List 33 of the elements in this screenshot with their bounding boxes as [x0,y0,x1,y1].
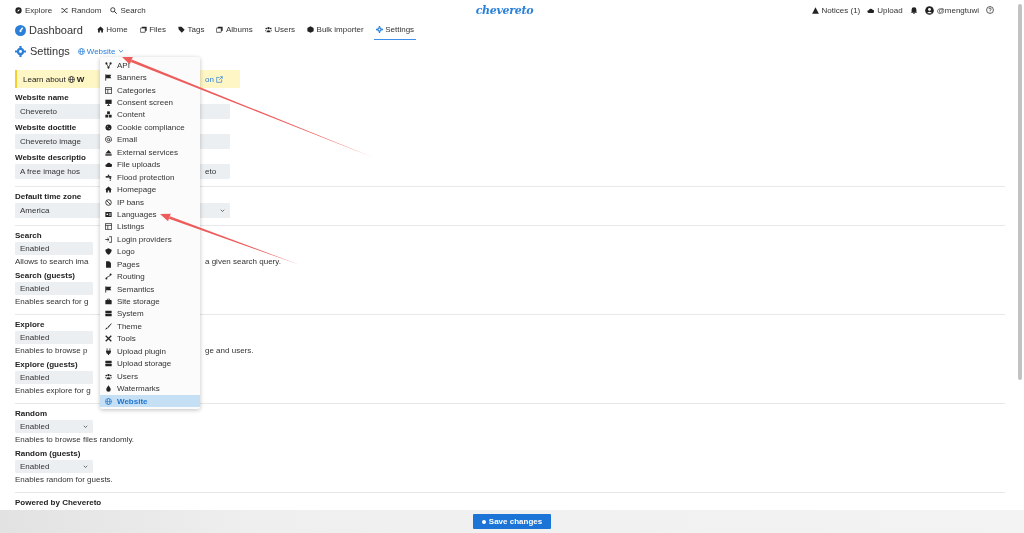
field-hint: a given search query. [205,257,281,267]
field-hint: ge and users. [205,346,254,356]
field-value: A free image hos [20,167,81,176]
field-label: Search [15,231,42,241]
field-value: Enabled [20,244,50,253]
field-value: Enabled [20,422,50,431]
field-label: Explore [15,320,45,330]
notice-text: Learn about [23,74,66,84]
field-label: Website doctitle [15,123,77,133]
field-label: Powered by Chevereto [15,498,102,508]
field-value: eto [205,167,217,176]
field-hint: Enables random for guests. [15,475,113,485]
field-label: Default time zone [15,192,82,202]
field-value: Enabled [20,284,50,293]
field-value: Enabled [20,333,50,342]
page-title: Settings [30,45,70,57]
field-hint: Enables explore for g [15,386,91,396]
field-hint: Enables to browse files randomly. [15,435,135,445]
field-value: America [20,206,50,215]
field-value: Enabled [20,373,50,382]
field-label: Website descriptio [15,153,86,163]
field-value: Chevereto image [20,137,81,146]
field-hint: Allows to search ima [15,257,89,267]
field-label: Search (guests) [15,271,76,281]
field-label: Random (guests) [15,449,81,459]
field-hint: Enables to browse p [15,346,88,356]
dashboard-title: Dashboard [29,24,83,36]
field-value: Enabled [20,462,50,471]
field-hint: Enables search for g [15,297,89,307]
field-label: Website name [15,93,69,103]
field-value: Chevereto [20,107,57,116]
field-label: Random [15,409,47,419]
field-label: Explore (guests) [15,360,78,370]
